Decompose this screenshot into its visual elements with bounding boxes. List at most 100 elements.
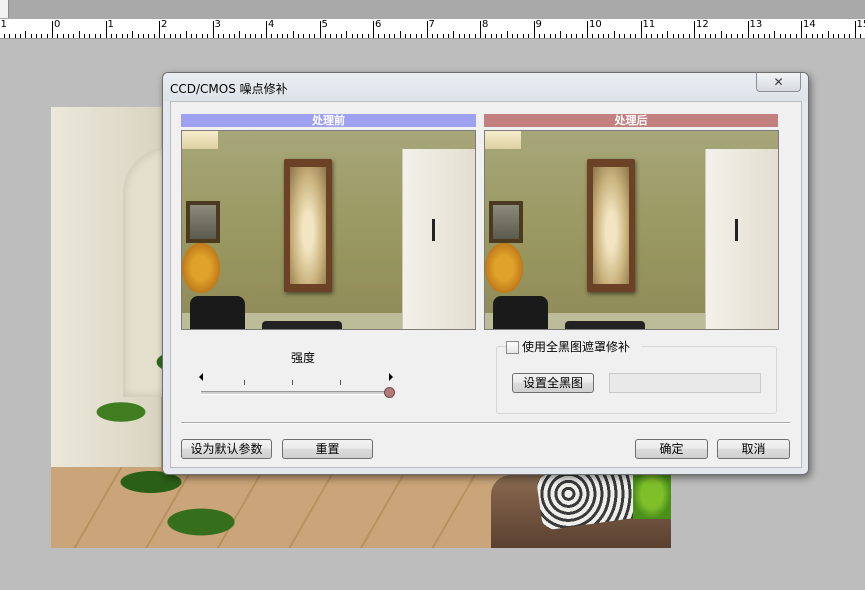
slider-tick xyxy=(244,380,245,385)
ruler-tick xyxy=(576,34,577,38)
ruler-tick xyxy=(132,31,133,38)
ruler-tick xyxy=(592,34,593,38)
ruler-tick xyxy=(373,21,374,38)
ruler-tick xyxy=(303,34,304,38)
ruler-tick xyxy=(271,34,272,38)
dialog-titlebar[interactable]: CCD/CMOS 噪点修补 ✕ xyxy=(163,73,808,101)
ruler-tick xyxy=(405,34,406,38)
ruler-tick xyxy=(378,34,379,38)
dialog-title: CCD/CMOS 噪点修补 xyxy=(170,82,288,96)
ruler-tick xyxy=(106,21,107,38)
ruler-tick xyxy=(721,31,722,38)
reset-button[interactable]: 重置 xyxy=(282,439,373,459)
ruler-tick xyxy=(764,34,765,38)
ruler-tick xyxy=(207,34,208,38)
ruler-number: 5 xyxy=(321,19,328,30)
ruler-tick xyxy=(753,34,754,38)
ruler-tick xyxy=(469,34,470,38)
ruler-tick xyxy=(517,34,518,38)
ruler-tick xyxy=(84,34,85,38)
ruler-number: 3 xyxy=(214,19,221,30)
ok-button[interactable]: 确定 xyxy=(635,439,708,459)
ruler-tick xyxy=(309,34,310,38)
ruler-tick xyxy=(774,31,775,38)
ruler-tick xyxy=(191,34,192,38)
before-preview-image xyxy=(181,130,476,330)
mask-checkbox-label[interactable]: 使用全黑图遮罩修补 xyxy=(522,340,630,354)
ruler-tick xyxy=(239,31,240,38)
ruler-tick xyxy=(180,34,181,38)
ruler-tick xyxy=(742,34,743,38)
ruler-tick xyxy=(52,21,53,38)
ruler-number: 12 xyxy=(696,19,709,30)
ruler-tick xyxy=(603,34,604,38)
mask-checkbox-row[interactable]: 使用全黑图遮罩修补 xyxy=(506,340,642,356)
slider-min-arrow-icon xyxy=(199,373,203,381)
ruler-tick xyxy=(196,34,197,38)
ruler-tick xyxy=(512,34,513,38)
ruler-tick xyxy=(261,34,262,38)
ruler-tick xyxy=(801,21,802,38)
ruler-tick xyxy=(68,34,69,38)
ruler-tick xyxy=(587,21,588,38)
cancel-button[interactable]: 取消 xyxy=(717,439,790,459)
ruler-tick xyxy=(218,34,219,38)
set-default-button[interactable]: 设为默认参数 xyxy=(181,439,272,459)
ruler-tick xyxy=(630,34,631,38)
ruler-tick xyxy=(550,34,551,38)
slider-track[interactable] xyxy=(201,391,389,395)
slider-tick xyxy=(292,380,293,385)
ruler-number: 4 xyxy=(268,19,275,30)
ruler-number: 11 xyxy=(642,19,656,30)
ruler-tick xyxy=(427,21,428,38)
dialog-divider xyxy=(181,422,790,424)
ruler-tick xyxy=(528,34,529,38)
strength-slider[interactable] xyxy=(196,370,396,400)
ruler-tick xyxy=(790,34,791,38)
ruler-tick xyxy=(534,21,535,38)
photo-greenery xyxy=(633,469,671,519)
ruler-tick xyxy=(266,21,267,38)
ruler-tick xyxy=(73,34,74,38)
ruler-tick xyxy=(63,34,64,38)
ruler-tick xyxy=(416,34,417,38)
ruler-tick xyxy=(202,34,203,38)
ruler-tick xyxy=(432,34,433,38)
ruler-tick xyxy=(459,34,460,38)
ruler-tick xyxy=(352,34,353,38)
ruler-tick xyxy=(822,34,823,38)
ruler-tick xyxy=(737,34,738,38)
close-button[interactable]: ✕ xyxy=(756,73,801,92)
ruler-tick xyxy=(421,34,422,38)
ruler-tick xyxy=(555,34,556,38)
ruler-tick xyxy=(330,34,331,38)
ruler-tick xyxy=(320,21,321,38)
ruler-tick xyxy=(245,34,246,38)
slider-thumb[interactable] xyxy=(384,387,395,398)
ruler-tick xyxy=(507,31,508,38)
ruler-tick xyxy=(860,34,861,38)
ruler-tick xyxy=(229,34,230,38)
ruler-tick xyxy=(250,34,251,38)
ruler-tick xyxy=(293,31,294,38)
ruler-tick xyxy=(844,34,845,38)
ruler-tick xyxy=(448,34,449,38)
ruler-tick xyxy=(571,34,572,38)
ruler-tick xyxy=(796,34,797,38)
mask-checkbox[interactable] xyxy=(506,341,519,354)
close-icon: ✕ xyxy=(773,75,784,89)
ruler-tick xyxy=(298,34,299,38)
ruler-tick xyxy=(689,34,690,38)
ruler-number: 2 xyxy=(161,19,168,30)
set-black-image-button[interactable]: 设置全黑图 xyxy=(512,373,594,393)
ruler-tick xyxy=(673,34,674,38)
ruler-tick xyxy=(287,34,288,38)
ruler-tick xyxy=(475,34,476,38)
ruler-tick xyxy=(41,34,42,38)
black-image-path-field[interactable] xyxy=(609,373,761,393)
ruler-tick xyxy=(496,34,497,38)
ruler-number: 1 xyxy=(0,19,7,30)
ruler-tick xyxy=(560,31,561,38)
ruler-tick xyxy=(20,34,21,38)
ruler-tick xyxy=(341,34,342,38)
